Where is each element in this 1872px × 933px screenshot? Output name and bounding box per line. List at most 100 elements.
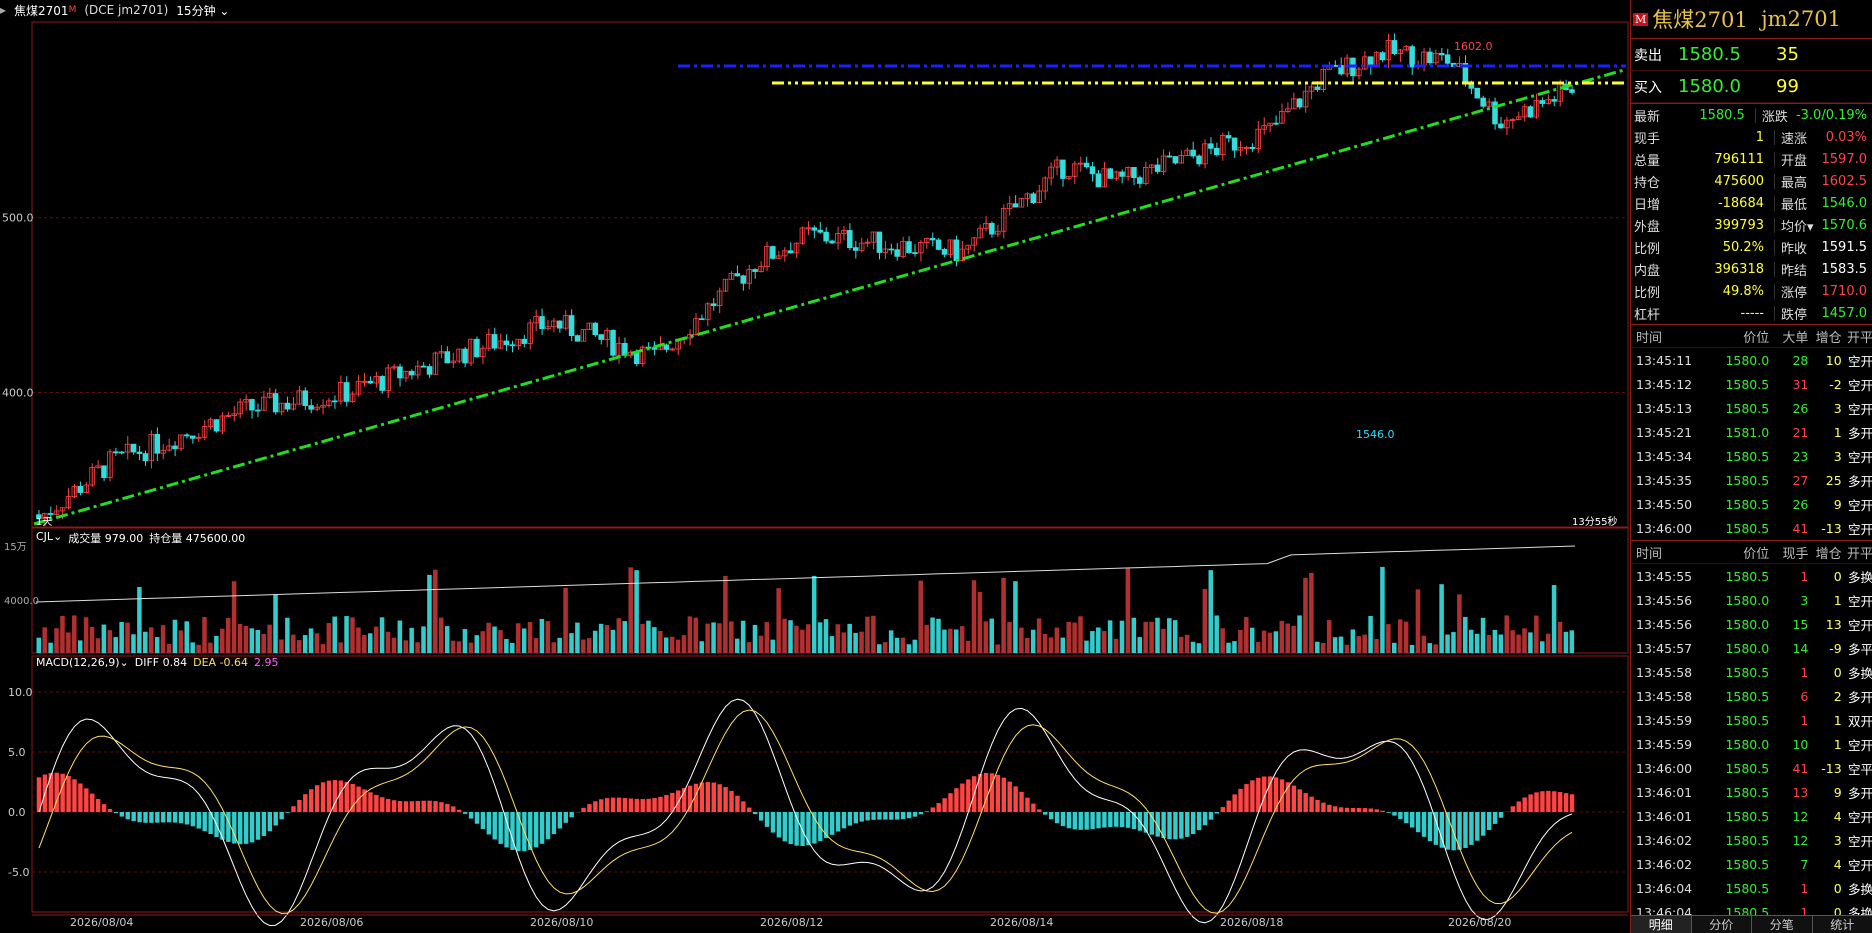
tab-detail[interactable]: 明细 [1631, 916, 1692, 933]
table-row[interactable]: 13:45:59 1580.0 10 1 空开 [1631, 732, 1872, 756]
stat-value: 396318 [1678, 261, 1775, 277]
volume-cell: 23 [1792, 448, 1809, 464]
volume-bar [421, 626, 426, 653]
volume-indicator-selector[interactable]: CJL⌄ [36, 530, 62, 546]
table-row[interactable]: 13:45:58 1580.5 6 2 多开 [1631, 684, 1872, 708]
table-row[interactable]: 13:45:34 1580.5 23 3 空开 [1631, 444, 1872, 468]
volume-bar [764, 622, 770, 653]
quote-stat-row: 外盘 399793 均价▾ 1570.6 [1631, 214, 1872, 236]
tab-tick[interactable]: 分笔 [1752, 916, 1813, 933]
tab-price[interactable]: 分价 [1691, 916, 1752, 933]
volume-bar [119, 622, 124, 653]
table-row[interactable]: 13:45:11 1580.0 28 10 空开 [1631, 348, 1872, 372]
volume-cell: 12 [1792, 808, 1809, 824]
column-header: 价位 [1743, 546, 1770, 562]
type-cell: 空开 [1848, 401, 1872, 417]
ask-qty: 35 [1776, 44, 1799, 65]
volume-bar [1131, 617, 1137, 653]
time-cell: 13:45:56 [1636, 592, 1693, 608]
chevron-down-icon: ⌄ [219, 3, 230, 18]
volume-bar [77, 640, 83, 653]
table-row[interactable]: 13:46:01 1580.5 13 9 多开 [1631, 780, 1872, 804]
stat-value: 1 [1678, 129, 1775, 145]
volume-bar [202, 617, 207, 653]
table-row[interactable]: 13:46:02 1580.5 7 4 空开 [1631, 852, 1872, 876]
candle-body [598, 334, 604, 340]
table-row[interactable]: 13:45:58 1580.5 1 0 多换 [1631, 660, 1872, 684]
volume-bar [1386, 624, 1391, 653]
volume-cell: 7 [1800, 856, 1809, 872]
large-order-table[interactable]: 13:45:11 1580.0 28 10 空开 13:45:12 1580.5 31 -2 空开… [1631, 348, 1872, 540]
volume-bar [1261, 630, 1267, 653]
ask-label: 卖出 [1634, 47, 1662, 64]
info-icon: ▸ [0, 3, 7, 17]
ask-price: 1580.5 [1678, 44, 1741, 65]
table-row[interactable]: 13:46:00 1580.5 41 -13 空开 [1631, 516, 1872, 540]
kline-chart[interactable]: 500.0 400.0 10.0 5.0 0.0 -5.0 2026/08/04 2026/0… [0, 0, 1630, 933]
volume-bar [308, 628, 314, 653]
volume-bar [1096, 627, 1101, 653]
volume-bar [1161, 628, 1166, 653]
volume-bar [1291, 625, 1296, 653]
table-row[interactable]: 13:45:35 1580.5 27 25 多开 [1631, 468, 1872, 492]
date-tick-label: 2026/08/04 [70, 916, 133, 929]
volume-bar [137, 586, 142, 653]
volume-bar [255, 629, 261, 653]
volume-bar [1137, 637, 1142, 653]
table-row[interactable]: 13:45:56 1580.0 3 1 空开 [1631, 588, 1872, 612]
volume-bar [675, 639, 681, 653]
table-row[interactable]: 13:45:50 1580.5 26 9 空开 [1631, 492, 1872, 516]
quote-stat-row: 总量 796111 开盘 1597.0 [1631, 148, 1872, 170]
type-cell: 多开 [1848, 473, 1872, 489]
date-tick-label: 2026/08/14 [990, 916, 1053, 929]
volume-bar [66, 632, 71, 653]
type-cell: 多换 [1848, 665, 1872, 681]
table-row[interactable]: 13:46:01 1580.5 12 4 空开 [1631, 804, 1872, 828]
time-cell: 13:45:55 [1636, 568, 1693, 584]
volume-bar [1403, 621, 1409, 653]
macd-indicator-selector[interactable]: MACD(12,26,9)⌄ [36, 656, 129, 669]
table-row[interactable]: 13:45:12 1580.5 31 -2 空开 [1631, 372, 1872, 396]
stat-value: 0.03% [1825, 129, 1867, 145]
period-selector[interactable]: 15分钟 ⌄ [176, 2, 229, 19]
price-cell: 1581.0 [1725, 424, 1770, 440]
bid-row[interactable]: 买入 1580.0 99 [1631, 71, 1872, 103]
volume-cell: 1 [1800, 880, 1809, 896]
volume-bar [166, 643, 172, 653]
table-row[interactable]: 13:45:56 1580.0 15 13 空开 [1631, 612, 1872, 636]
volume-bar [208, 642, 213, 653]
column-header: 增仓 [1815, 330, 1842, 346]
ask-row[interactable]: 卖出 1580.5 35 [1631, 39, 1872, 71]
type-cell: 多开 [1848, 689, 1872, 705]
table-row[interactable]: 13:45:55 1580.5 1 0 多换 [1631, 564, 1872, 588]
volume-bar [291, 634, 296, 653]
volume-bar [936, 618, 941, 653]
low-price-label: 1546.0 [1356, 428, 1395, 441]
tick-detail-table[interactable]: 13:45:55 1580.5 1 0 多换 13:45:56 1580.0 3 1 空开 13:4… [1631, 564, 1872, 924]
volume-cell: 26 [1792, 400, 1809, 416]
table-row[interactable]: 13:45:13 1580.5 26 3 空开 [1631, 396, 1872, 420]
table-row[interactable]: 13:46:02 1580.5 12 3 空开 [1631, 828, 1872, 852]
candle-body [474, 338, 480, 358]
volume-bar [450, 640, 456, 653]
volume-bar [770, 639, 776, 653]
candle-body [491, 334, 498, 349]
table-row[interactable]: 13:45:59 1580.5 1 1 双开 [1631, 708, 1872, 732]
tab-stats[interactable]: 统计 [1812, 916, 1872, 933]
candle-body [426, 366, 433, 375]
table-row[interactable]: 13:45:57 1580.0 14 -9 多平 [1631, 636, 1872, 660]
candle-body [255, 409, 261, 412]
stat-value: 1546.0 [1821, 195, 1868, 211]
volume-bar [172, 619, 178, 653]
table-row[interactable]: 13:45:21 1581.0 21 1 多开 [1631, 420, 1872, 444]
price-cell: 1580.5 [1725, 784, 1770, 800]
table-row[interactable]: 13:46:00 1580.5 41 -13 空平 [1631, 756, 1872, 780]
candle-body [272, 393, 279, 413]
candle-body [888, 248, 894, 251]
macd-tick-label: 10.0 [8, 686, 33, 699]
candle-body [409, 370, 415, 376]
open-interest-value: 持仓量 475600.00 [149, 532, 246, 545]
volume-bar [391, 637, 397, 653]
table-row[interactable]: 13:46:04 1580.5 1 0 多换 [1631, 876, 1872, 900]
chart-area[interactable]: 500.0 400.0 10.0 5.0 0.0 -5.0 2026/08/04 2026/0… [0, 0, 1630, 933]
